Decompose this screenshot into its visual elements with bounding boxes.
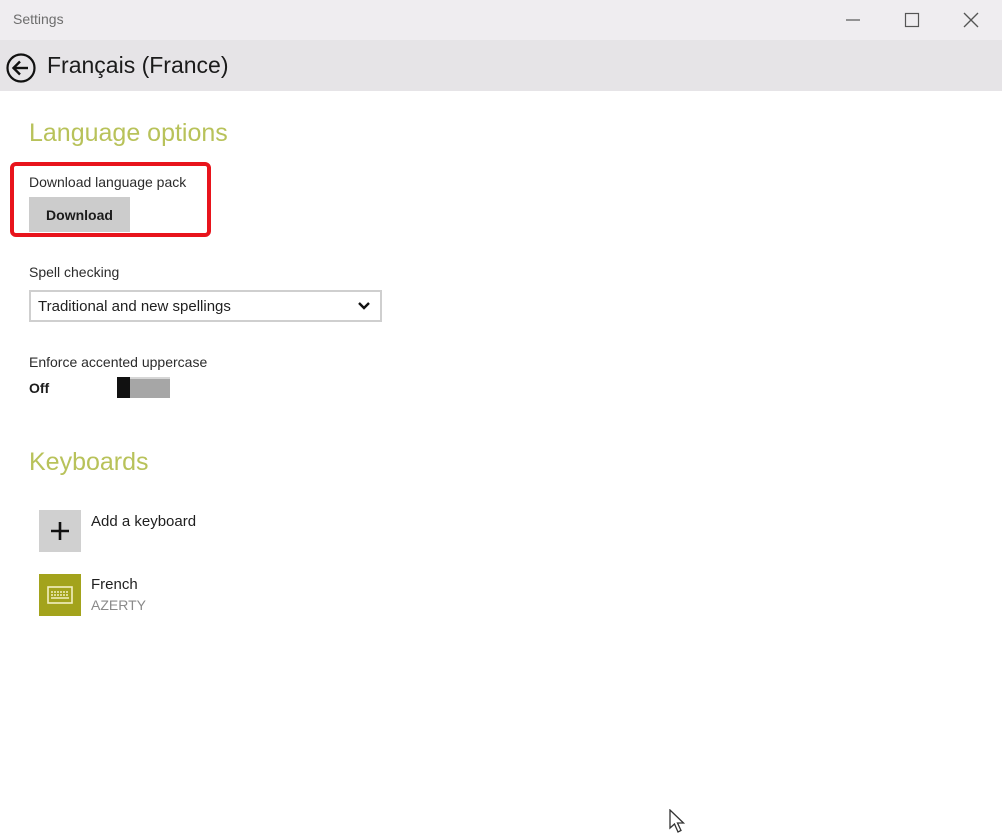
- keyboard-item-french[interactable]: French AZERTY: [39, 574, 339, 616]
- spell-checking-dropdown[interactable]: Traditional and new spellings: [29, 290, 382, 322]
- add-keyboard-button[interactable]: Add a keyboard: [39, 510, 339, 552]
- minimize-icon: [846, 19, 860, 21]
- maximize-icon: [904, 12, 920, 28]
- language-options-heading: Language options: [29, 119, 228, 147]
- toggle-state-label: Off: [29, 380, 50, 396]
- add-keyboard-tile: [39, 510, 81, 552]
- back-button[interactable]: [5, 52, 37, 84]
- keyboard-icon: [47, 586, 73, 604]
- window-titlebar: Settings: [0, 0, 1002, 40]
- plus-icon: [51, 522, 69, 540]
- minimize-button[interactable]: [824, 0, 882, 40]
- spell-checking-selected-value: Traditional and new spellings: [38, 298, 231, 315]
- keyboard-layout: AZERTY: [91, 597, 146, 613]
- toggle-thumb[interactable]: [117, 377, 130, 398]
- mouse-cursor-icon: [669, 809, 686, 833]
- enforce-accented-uppercase-toggle[interactable]: [117, 377, 170, 398]
- maximize-button[interactable]: [883, 0, 941, 40]
- back-arrow-circle-icon: [6, 53, 36, 83]
- chevron-down-icon: [358, 302, 370, 310]
- download-button[interactable]: Download: [29, 197, 130, 232]
- spell-checking-label: Spell checking: [29, 264, 120, 280]
- enforce-accented-uppercase-label: Enforce accented uppercase: [29, 354, 208, 370]
- page-title: Français (France): [47, 52, 229, 78]
- add-keyboard-label: Add a keyboard: [91, 513, 197, 530]
- keyboards-heading: Keyboards: [29, 448, 149, 476]
- keyboard-name: French: [91, 576, 138, 593]
- download-language-pack-label: Download language pack: [29, 174, 187, 190]
- close-icon: [963, 12, 979, 28]
- close-button[interactable]: [942, 0, 1000, 40]
- keyboard-tile: [39, 574, 81, 616]
- window-title: Settings: [13, 11, 64, 27]
